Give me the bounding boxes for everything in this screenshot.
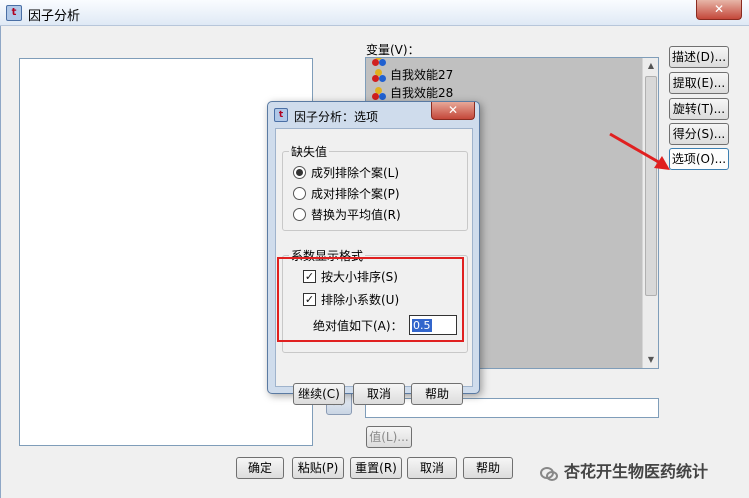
radio-icon[interactable] [293, 208, 306, 221]
variable-name: 自我效能28 [390, 86, 454, 100]
scroll-thumb[interactable] [645, 76, 657, 296]
wechat-icon [540, 465, 558, 481]
variables-label: 变量(V)： [366, 43, 420, 57]
spss-app-icon: t [6, 5, 22, 21]
radio-label: 成列排除个案(L) [311, 166, 400, 180]
variable-name: 自我效能27 [390, 68, 454, 82]
options-dialog: t 因子分析：选项 ✕ 缺失值 成列排除个案(L) 成对排除个案(P) 替换为平… [267, 101, 480, 405]
watermark: 杏花开生物医药统计 [540, 458, 746, 482]
radio-listwise[interactable]: 成列排除个案(L) [293, 164, 399, 182]
scroll-down-icon[interactable]: ▼ [643, 352, 659, 368]
annotation-arrow-icon [609, 132, 670, 170]
variable-item[interactable]: 自我效能28 [372, 84, 453, 102]
dialog-title: 因子分析：选项 [294, 110, 379, 124]
cancel-button[interactable]: 取消 [407, 457, 457, 479]
scale-variable-icon [372, 86, 386, 101]
paste-button[interactable]: 粘贴(P) [292, 457, 344, 479]
extraction-button[interactable]: 提取(E)... [669, 72, 729, 94]
ok-button[interactable]: 确定 [236, 457, 284, 479]
window-title: 因子分析 [28, 9, 81, 24]
annotation-highlight-box [277, 257, 464, 342]
watermark-text: 杏花开生物医药统计 [564, 462, 709, 481]
radio-pairwise[interactable]: 成对排除个案(P) [293, 185, 400, 203]
rotation-button[interactable]: 旋转(T)... [669, 98, 729, 120]
scroll-up-icon[interactable]: ▲ [643, 58, 659, 74]
group-title: 缺失值 [289, 143, 330, 160]
radio-icon[interactable] [293, 166, 306, 179]
help-button[interactable]: 帮助 [411, 383, 463, 405]
close-icon[interactable]: ✕ [431, 102, 475, 120]
radio-label: 替换为平均值(R) [311, 208, 401, 222]
variables-scrollbar[interactable]: ▲ ▼ [642, 58, 658, 368]
value-button[interactable]: 值(L)... [366, 426, 412, 448]
descriptives-button[interactable]: 描述(D)... [669, 46, 729, 68]
cancel-button[interactable]: 取消 [353, 383, 405, 405]
continue-button[interactable]: 继续(C) [293, 383, 345, 405]
radio-icon[interactable] [293, 187, 306, 200]
radio-label: 成对排除个案(P) [311, 187, 400, 201]
reset-button[interactable]: 重置(R) [350, 457, 402, 479]
spss-app-icon: t [274, 108, 288, 122]
variable-item[interactable]: 自我效能27 [372, 66, 453, 84]
dialog-titlebar[interactable]: t 因子分析：选项 ✕ [268, 102, 479, 128]
main-titlebar: t 因子分析 ✕ [0, 0, 749, 26]
missing-values-group: 缺失值 成列排除个案(L) 成对排除个案(P) 替换为平均值(R) [282, 143, 468, 231]
selection-variable-field[interactable] [365, 398, 659, 418]
close-icon[interactable]: ✕ [696, 0, 742, 20]
help-button[interactable]: 帮助 [463, 457, 513, 479]
radio-mean[interactable]: 替换为平均值(R) [293, 206, 401, 224]
scale-variable-icon [372, 68, 386, 83]
